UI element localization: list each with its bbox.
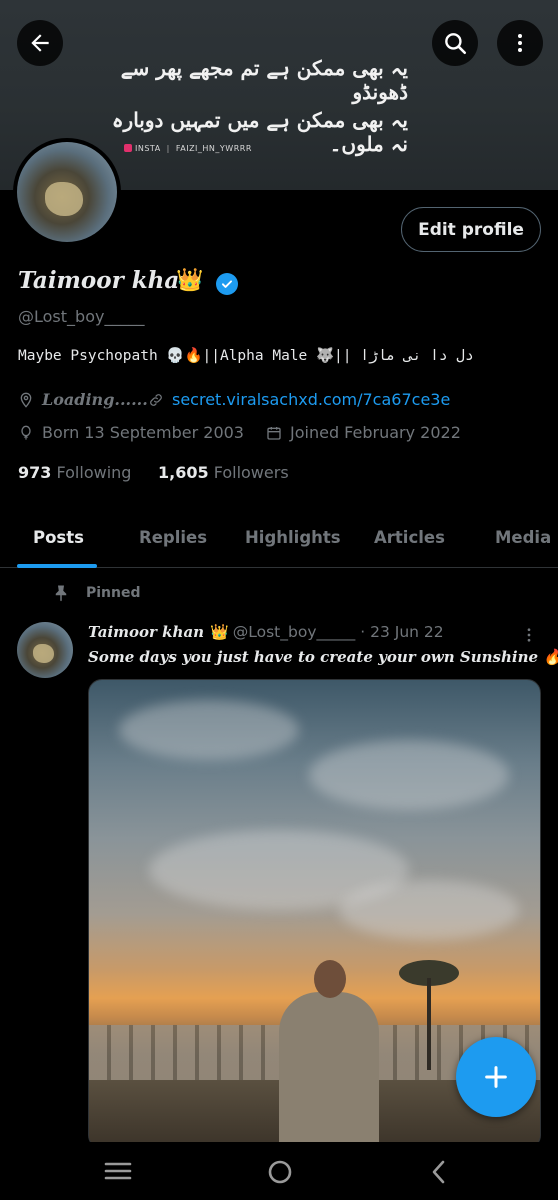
post-text: Some days you just have to create your o…	[88, 648, 558, 666]
profile-name: Taimoor khan	[18, 267, 196, 294]
more-button[interactable]	[497, 20, 543, 66]
followers-count-link[interactable]: 1,605 Followers	[158, 463, 289, 482]
more-vertical-icon	[518, 34, 522, 52]
banner-urdu-line-1: یہ بھی ممکن ہے تم مجھے پھر سے ڈھونڈو	[120, 56, 408, 104]
instagram-icon	[124, 144, 132, 152]
cloud-shape	[339, 880, 519, 940]
post-author-avatar[interactable]	[17, 622, 73, 678]
post-header: Taimoor khan 👑 @Lost_boy_____ · 23 Jun 2…	[88, 623, 444, 641]
pin-icon	[55, 585, 67, 602]
more-vertical-icon	[527, 628, 531, 642]
menu-lines-icon	[104, 1162, 132, 1180]
avatar-image	[17, 142, 117, 242]
home-circle-icon	[268, 1160, 292, 1184]
tab-articles[interactable]: Articles	[374, 528, 445, 547]
profile-link[interactable]: secret.viralsachxd.com/7ca67ce3e	[148, 390, 450, 409]
back-button[interactable]	[17, 20, 63, 66]
profile-tabs: Posts Replies Highlights Articles Media	[0, 510, 558, 568]
following-count-link[interactable]: 973 Following	[18, 463, 131, 482]
balloon-icon	[21, 425, 31, 440]
followers-count: 1,605	[158, 463, 209, 482]
post-more-button[interactable]	[520, 624, 538, 650]
profile-bio: Maybe Psychopath 💀🔥||Alpha Male 🐺|| دل د…	[18, 348, 474, 364]
insta-label: INSTA	[135, 144, 161, 153]
arrow-left-icon	[31, 34, 49, 52]
banner-insta-credit: INSTA | FAIZI_HN_YWRRR	[124, 144, 252, 153]
location-text: Loading......	[42, 390, 148, 409]
search-button[interactable]	[432, 20, 478, 66]
crown-emoji: 👑	[176, 268, 204, 293]
pinned-label: Pinned	[86, 585, 141, 601]
cloud-shape	[119, 700, 299, 760]
active-tab-indicator	[17, 564, 97, 568]
profile-birthdate: Born 13 September 2003	[18, 423, 244, 442]
following-count: 973	[18, 463, 52, 482]
followers-label: Followers	[213, 463, 289, 482]
link-text[interactable]: secret.viralsachxd.com/7ca67ce3e	[172, 390, 450, 409]
system-nav-bar	[0, 1142, 558, 1200]
joined-text: Joined February 2022	[290, 423, 461, 442]
profile-avatar[interactable]	[13, 138, 121, 246]
seated-person	[259, 960, 399, 1148]
edit-profile-button[interactable]: Edit profile	[401, 207, 541, 252]
tab-highlights[interactable]: Highlights	[245, 528, 341, 547]
search-icon	[445, 33, 467, 55]
compose-fab-button[interactable]	[456, 1037, 536, 1117]
post-crown-emoji: 👑	[210, 623, 229, 641]
tab-media[interactable]: Media	[495, 528, 551, 547]
home-button[interactable]	[266, 1158, 294, 1190]
insta-handle: FAIZI_HN_YWRRR	[175, 144, 252, 153]
tab-replies[interactable]: Replies	[139, 528, 207, 547]
verified-badge-icon[interactable]	[216, 273, 238, 295]
tree-silhouette	[394, 960, 464, 1070]
plus-icon	[485, 1066, 507, 1088]
post-date[interactable]: · 23 Jun 22	[360, 623, 443, 641]
link-icon	[150, 393, 162, 406]
profile-location: Loading......	[18, 390, 148, 409]
chevron-left-icon	[432, 1160, 445, 1184]
post-author-name[interactable]: Taimoor khan	[88, 623, 204, 641]
following-label: Following	[56, 463, 132, 482]
calendar-icon	[267, 426, 281, 440]
system-back-button[interactable]	[428, 1158, 450, 1190]
pinned-indicator: Pinned	[52, 584, 141, 602]
location-pin-icon	[20, 392, 32, 408]
recent-apps-button[interactable]	[104, 1158, 132, 1188]
tab-posts[interactable]: Posts	[33, 528, 84, 547]
birthdate-text: Born 13 September 2003	[42, 423, 244, 442]
profile-joined: Joined February 2022	[266, 423, 461, 442]
post-author-handle[interactable]: @Lost_boy_____	[233, 623, 356, 641]
cloud-shape	[309, 740, 509, 810]
profile-handle: @Lost_boy_____	[18, 307, 145, 326]
